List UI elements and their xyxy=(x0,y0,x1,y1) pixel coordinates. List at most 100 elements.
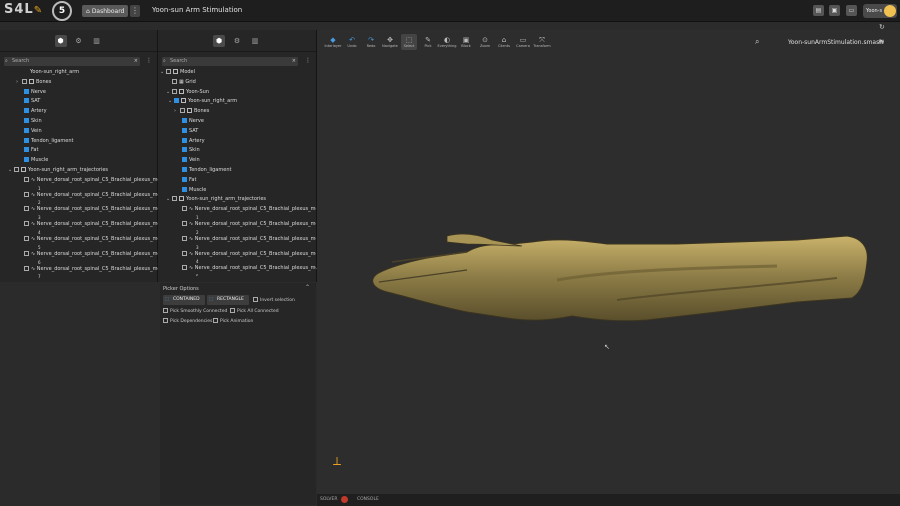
tree-row[interactable]: ∿ Nerve_dorsal_root_spinal_C5_Brachial_p… xyxy=(158,220,316,230)
left-search-input[interactable]: ⌕ Search × xyxy=(4,57,140,66)
tool-icon: ▭ xyxy=(519,36,527,44)
tree-row-label: Vein xyxy=(189,157,200,164)
search-icon: ⌕ xyxy=(5,58,8,64)
tool-pick[interactable]: ✎ Pick xyxy=(420,34,436,50)
tree-row[interactable]: ⌄ Yoon-sun_right_arm xyxy=(158,97,316,107)
console-tab[interactable]: CONSOLE xyxy=(357,497,379,502)
tool-redo[interactable]: ↷ Redo xyxy=(363,34,379,50)
tool-navigate[interactable]: ✥ Navigate xyxy=(382,34,398,50)
model-tab-icon[interactable]: ⬢ xyxy=(54,34,67,47)
tree-row[interactable]: ⌄ Yoon-Sun xyxy=(158,88,316,98)
tree-row[interactable]: Muscle xyxy=(158,186,316,196)
file-name: Yoon-sunArmStimulation.smash xyxy=(788,39,884,46)
tree-row[interactable]: ∿ Nerve_dorsal_root_spinal_C5_Brachial_p… xyxy=(158,205,316,215)
tree-row[interactable]: ∿ Nerve_dorsal_root_spinal_C5_Brachial_p… xyxy=(158,250,316,260)
tool-camera[interactable]: ▭ Camera xyxy=(515,34,531,50)
window-icon[interactable]: ▭ xyxy=(846,5,857,16)
pick-all-connected-checkbox[interactable]: Pick All Connected xyxy=(230,308,279,314)
tree-row[interactable]: Skin xyxy=(158,146,316,156)
menu-kebab-icon[interactable]: ⋮ xyxy=(130,5,140,17)
hamburger-menu-icon[interactable]: ≡ xyxy=(878,37,885,46)
tree-row-label: Fat xyxy=(189,176,197,183)
tree-row[interactable]: ∿ Nerve_dorsal_root_spinal_C5_Brachial_p… xyxy=(0,176,158,186)
tool-select[interactable]: ⬚ Select xyxy=(401,34,417,50)
tree-row-label: Grid xyxy=(185,78,196,85)
tree-row-label: Yoon-sun_right_arm xyxy=(30,69,80,75)
tree-row[interactable]: ∿ Nerve_dorsal_root_spinal_C5_Brachial_p… xyxy=(0,191,158,201)
middle-search-input[interactable]: ⌕ Search × xyxy=(162,57,298,66)
left-tree: Yoon-sun_right_arm › Bones Nerve SAT Artery Sk… xyxy=(0,68,158,278)
viewport-search-icon[interactable]: ⌕ xyxy=(755,37,759,47)
tree-row[interactable]: › Bones xyxy=(0,78,158,88)
tool-icon: ✎ xyxy=(425,36,431,44)
pick-dependencies-checkbox[interactable]: Pick Dependencies xyxy=(163,318,212,324)
dashboard-button[interactable]: ⌂ Dashboard xyxy=(82,5,129,17)
tree-row-label: Model xyxy=(180,69,196,75)
model-tab-icon[interactable]: ⬢ xyxy=(213,34,225,47)
solver-tab[interactable]: SOLVER xyxy=(320,497,337,502)
tool-undo[interactable]: ↶ Undo xyxy=(344,34,360,50)
tree-row[interactable]: SAT xyxy=(0,97,158,107)
tool-block[interactable]: ▣ Block xyxy=(458,34,474,50)
tree-row[interactable]: ∿ Nerve_dorsal_root_spinal_C5_Brachial_p… xyxy=(0,265,158,275)
tree-row[interactable]: ∿ Nerve_dorsal_root_spinal_C5_Brachial_p… xyxy=(158,264,316,274)
tree-row[interactable]: ∿ Nerve_dorsal_root_spinal_C5_Brachial_p… xyxy=(0,235,158,245)
tree-row[interactable]: SAT xyxy=(158,127,316,137)
settings-tab-icon[interactable]: ⚙ xyxy=(231,35,243,47)
tree-row[interactable]: Tendon_ligament xyxy=(158,166,316,176)
axis-triad-icon: ⟂ xyxy=(333,454,342,468)
analysis-tab-icon[interactable]: ▥ xyxy=(91,35,103,47)
tree-row[interactable]: ▦ Grid xyxy=(158,78,316,88)
tree-row[interactable]: Muscle xyxy=(0,156,158,166)
tree-row[interactable]: Yoon-sun_right_arm xyxy=(0,68,158,78)
tree-row[interactable]: Tendon_ligament xyxy=(0,137,158,147)
tree-row[interactable]: ∿ Nerve_dorsal_root_spinal_C5_Brachial_p… xyxy=(0,250,158,260)
tree-row[interactable]: › Bones xyxy=(158,107,316,117)
tree-row[interactable]: ⌄ Model xyxy=(158,68,316,78)
chat-icon[interactable]: ▣ xyxy=(829,5,840,16)
analysis-tab-icon[interactable]: ▥ xyxy=(249,35,261,47)
3d-viewport[interactable]: ⟂ ↖ xyxy=(317,30,900,494)
tree-row[interactable]: Fat xyxy=(0,146,158,156)
home-icon: ⌂ xyxy=(86,7,90,15)
tool-everything[interactable]: ◐ Everything xyxy=(438,34,457,50)
tree-row[interactable]: Skin xyxy=(0,117,158,127)
rectangle-button[interactable]: ⬚ RECTANGLE xyxy=(207,295,249,305)
tree-row-label: Yoon-Sun xyxy=(186,88,209,95)
user-menu[interactable]: Yoon-s xyxy=(863,4,897,18)
invert-selection-checkbox[interactable]: Invert selection xyxy=(253,297,295,303)
tool-interlayer[interactable]: ◆ Interlayer xyxy=(325,34,342,50)
contained-button[interactable]: ⬚ CONTAINED xyxy=(163,295,205,305)
tool-zoom[interactable]: ⊙ Zoom xyxy=(477,34,493,50)
tree-row[interactable]: Nerve xyxy=(0,88,158,98)
tree-row[interactable]: ∿ Nerve_dorsal_root_spinal_C5_Brachial_p… xyxy=(0,220,158,230)
left-options-icon[interactable]: ⋮ xyxy=(146,57,152,64)
middle-options-icon[interactable]: ⋮ xyxy=(305,57,311,64)
arm-model[interactable] xyxy=(317,30,900,494)
tree-row[interactable]: ⌄ Yoon-sun_right_arm_trajectories xyxy=(158,195,316,205)
tool-clients[interactable]: ⌂ Clients xyxy=(496,34,512,50)
tree-row-label: Yoon-sun_right_arm xyxy=(188,98,238,105)
clear-icon[interactable]: × xyxy=(292,57,296,66)
tree-row[interactable]: ∿ Nerve_dorsal_root_spinal_C5_Brachial_p… xyxy=(0,205,158,215)
tool-icon: ▣ xyxy=(462,36,470,44)
tool-transform[interactable]: ⤧ Transform xyxy=(533,34,550,50)
picker-options-header: Picker Options xyxy=(163,286,199,292)
tree-row-label: Nerve_dorsal_root_spinal_C5_Brachial_ple… xyxy=(36,221,158,228)
tree-row[interactable]: ⌄ Yoon-sun_right_arm_trajectories xyxy=(0,166,158,176)
settings-tab-icon[interactable]: ⚙ xyxy=(73,35,85,47)
tree-row[interactable]: Fat xyxy=(158,176,316,186)
tree-row[interactable]: Artery xyxy=(158,137,316,147)
folder-icon xyxy=(173,69,178,74)
collapse-icon[interactable]: ⌃ xyxy=(305,284,310,291)
tree-row[interactable]: ∿ Nerve_dorsal_root_spinal_C5_Brachial_p… xyxy=(158,235,316,245)
tree-row[interactable]: Nerve xyxy=(158,117,316,127)
save-icon[interactable]: ▤ xyxy=(813,5,824,16)
pick-smoothly-connected-checkbox[interactable]: Pick Smoothly Connected xyxy=(163,308,227,314)
tree-row[interactable]: Vein xyxy=(158,156,316,166)
tree-row[interactable]: Artery xyxy=(0,107,158,117)
pick-animation-checkbox[interactable]: Pick Animation xyxy=(213,318,253,324)
clear-icon[interactable]: × xyxy=(134,57,138,66)
project-title: Yoon-sun Arm Stimulation xyxy=(152,6,243,14)
tree-row[interactable]: Vein xyxy=(0,127,158,137)
